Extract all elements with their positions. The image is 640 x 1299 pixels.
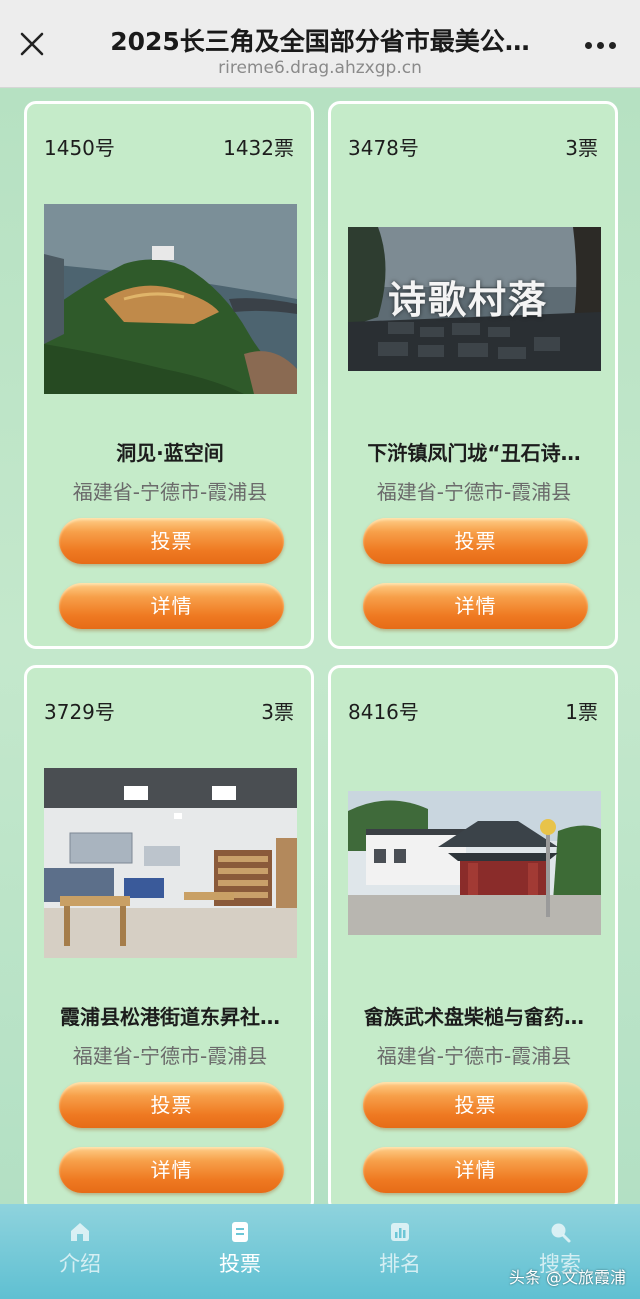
entry-number: 3478号 bbox=[348, 136, 419, 160]
entry-votes: 3票 bbox=[261, 700, 294, 724]
entry-name: 霞浦县松港街道东昇社… bbox=[60, 1005, 280, 1029]
reading-room-photo[interactable] bbox=[44, 768, 297, 958]
watermark: 头条 @文旅霞浦 bbox=[508, 1268, 626, 1287]
entry-location: 福建省-宁德市-霞浦县 bbox=[376, 1044, 572, 1068]
entry-name: 下浒镇凤门垅“丑石诗… bbox=[367, 441, 581, 465]
entry-location: 福建省-宁德市-霞浦县 bbox=[72, 480, 268, 504]
ballot-icon bbox=[232, 1222, 248, 1242]
ranking-icon bbox=[391, 1223, 409, 1241]
poetry-village-photo[interactable]: 诗歌村落 bbox=[348, 227, 601, 371]
pavilion-building-photo[interactable] bbox=[348, 791, 601, 935]
tab-label: 介绍 bbox=[59, 1252, 101, 1276]
tab-vote[interactable]: 投票 bbox=[160, 1214, 320, 1294]
close-button[interactable] bbox=[14, 26, 50, 62]
more-button[interactable] bbox=[578, 30, 622, 60]
top-bar: 2025长三角及全国部分省市最美公… rireme6.drag.ahzxgp.c… bbox=[0, 0, 640, 88]
tab-intro[interactable]: 介绍 bbox=[0, 1214, 160, 1294]
image-caption: 诗歌村落 bbox=[388, 277, 549, 322]
tab-label: 排名 bbox=[379, 1252, 421, 1276]
entry-name: 洞见·蓝空间 bbox=[116, 441, 224, 465]
more-dots-icon bbox=[584, 41, 592, 49]
detail-button[interactable]: 详情 bbox=[363, 1147, 588, 1193]
entry-votes: 1票 bbox=[565, 700, 598, 724]
detail-button[interactable]: 详情 bbox=[59, 583, 284, 629]
entry-card[interactable]: 3478号 3票 诗歌村落 下浒镇凤门垅“丑石诗… 福建省-宁德市-霞浦县 投票… bbox=[328, 101, 618, 649]
entry-card[interactable]: 1450号 1432票 洞见·蓝空间 福建省-宁德市-霞浦县 投票 详情 bbox=[24, 101, 314, 649]
entry-card[interactable]: 3729号 3票 霞浦县松港街道东昇社… 福建省-宁德市-霞浦县 投票 详情 bbox=[24, 665, 314, 1204]
entry-number: 1450号 bbox=[44, 136, 115, 160]
detail-button[interactable]: 详情 bbox=[59, 1147, 284, 1193]
tab-label: 投票 bbox=[219, 1252, 261, 1276]
page-title: 2025长三角及全国部分省市最美公… bbox=[110, 27, 530, 56]
coastal-library-photo[interactable] bbox=[44, 204, 297, 394]
vote-button[interactable]: 投票 bbox=[363, 518, 588, 564]
vote-button[interactable]: 投票 bbox=[59, 1082, 284, 1128]
page-url: rireme6.drag.ahzxgp.cn bbox=[218, 58, 422, 78]
entry-location: 福建省-宁德市-霞浦县 bbox=[376, 480, 572, 504]
entry-number: 8416号 bbox=[348, 700, 419, 724]
search-icon bbox=[551, 1223, 571, 1243]
vote-button[interactable]: 投票 bbox=[59, 518, 284, 564]
tab-ranking[interactable]: 排名 bbox=[320, 1214, 480, 1294]
entries-grid: 1450号 1432票 洞见·蓝空间 福建省-宁德市-霞浦县 投票 详情 347… bbox=[0, 89, 640, 1204]
vote-button[interactable]: 投票 bbox=[363, 1082, 588, 1128]
detail-button[interactable]: 详情 bbox=[363, 583, 588, 629]
home-icon bbox=[71, 1223, 89, 1241]
entry-number: 3729号 bbox=[44, 700, 115, 724]
close-icon bbox=[20, 32, 44, 56]
entry-votes: 1432票 bbox=[223, 136, 294, 160]
entry-name: 畲族武术盘柴槌与畲药… bbox=[364, 1005, 584, 1029]
entry-card[interactable]: 8416号 1票 畲族武术盘柴槌与畲药… 福建省-宁德市-霞浦县 投票 详情 bbox=[328, 665, 618, 1204]
entry-votes: 3票 bbox=[565, 136, 598, 160]
entry-location: 福建省-宁德市-霞浦县 bbox=[72, 1044, 268, 1068]
